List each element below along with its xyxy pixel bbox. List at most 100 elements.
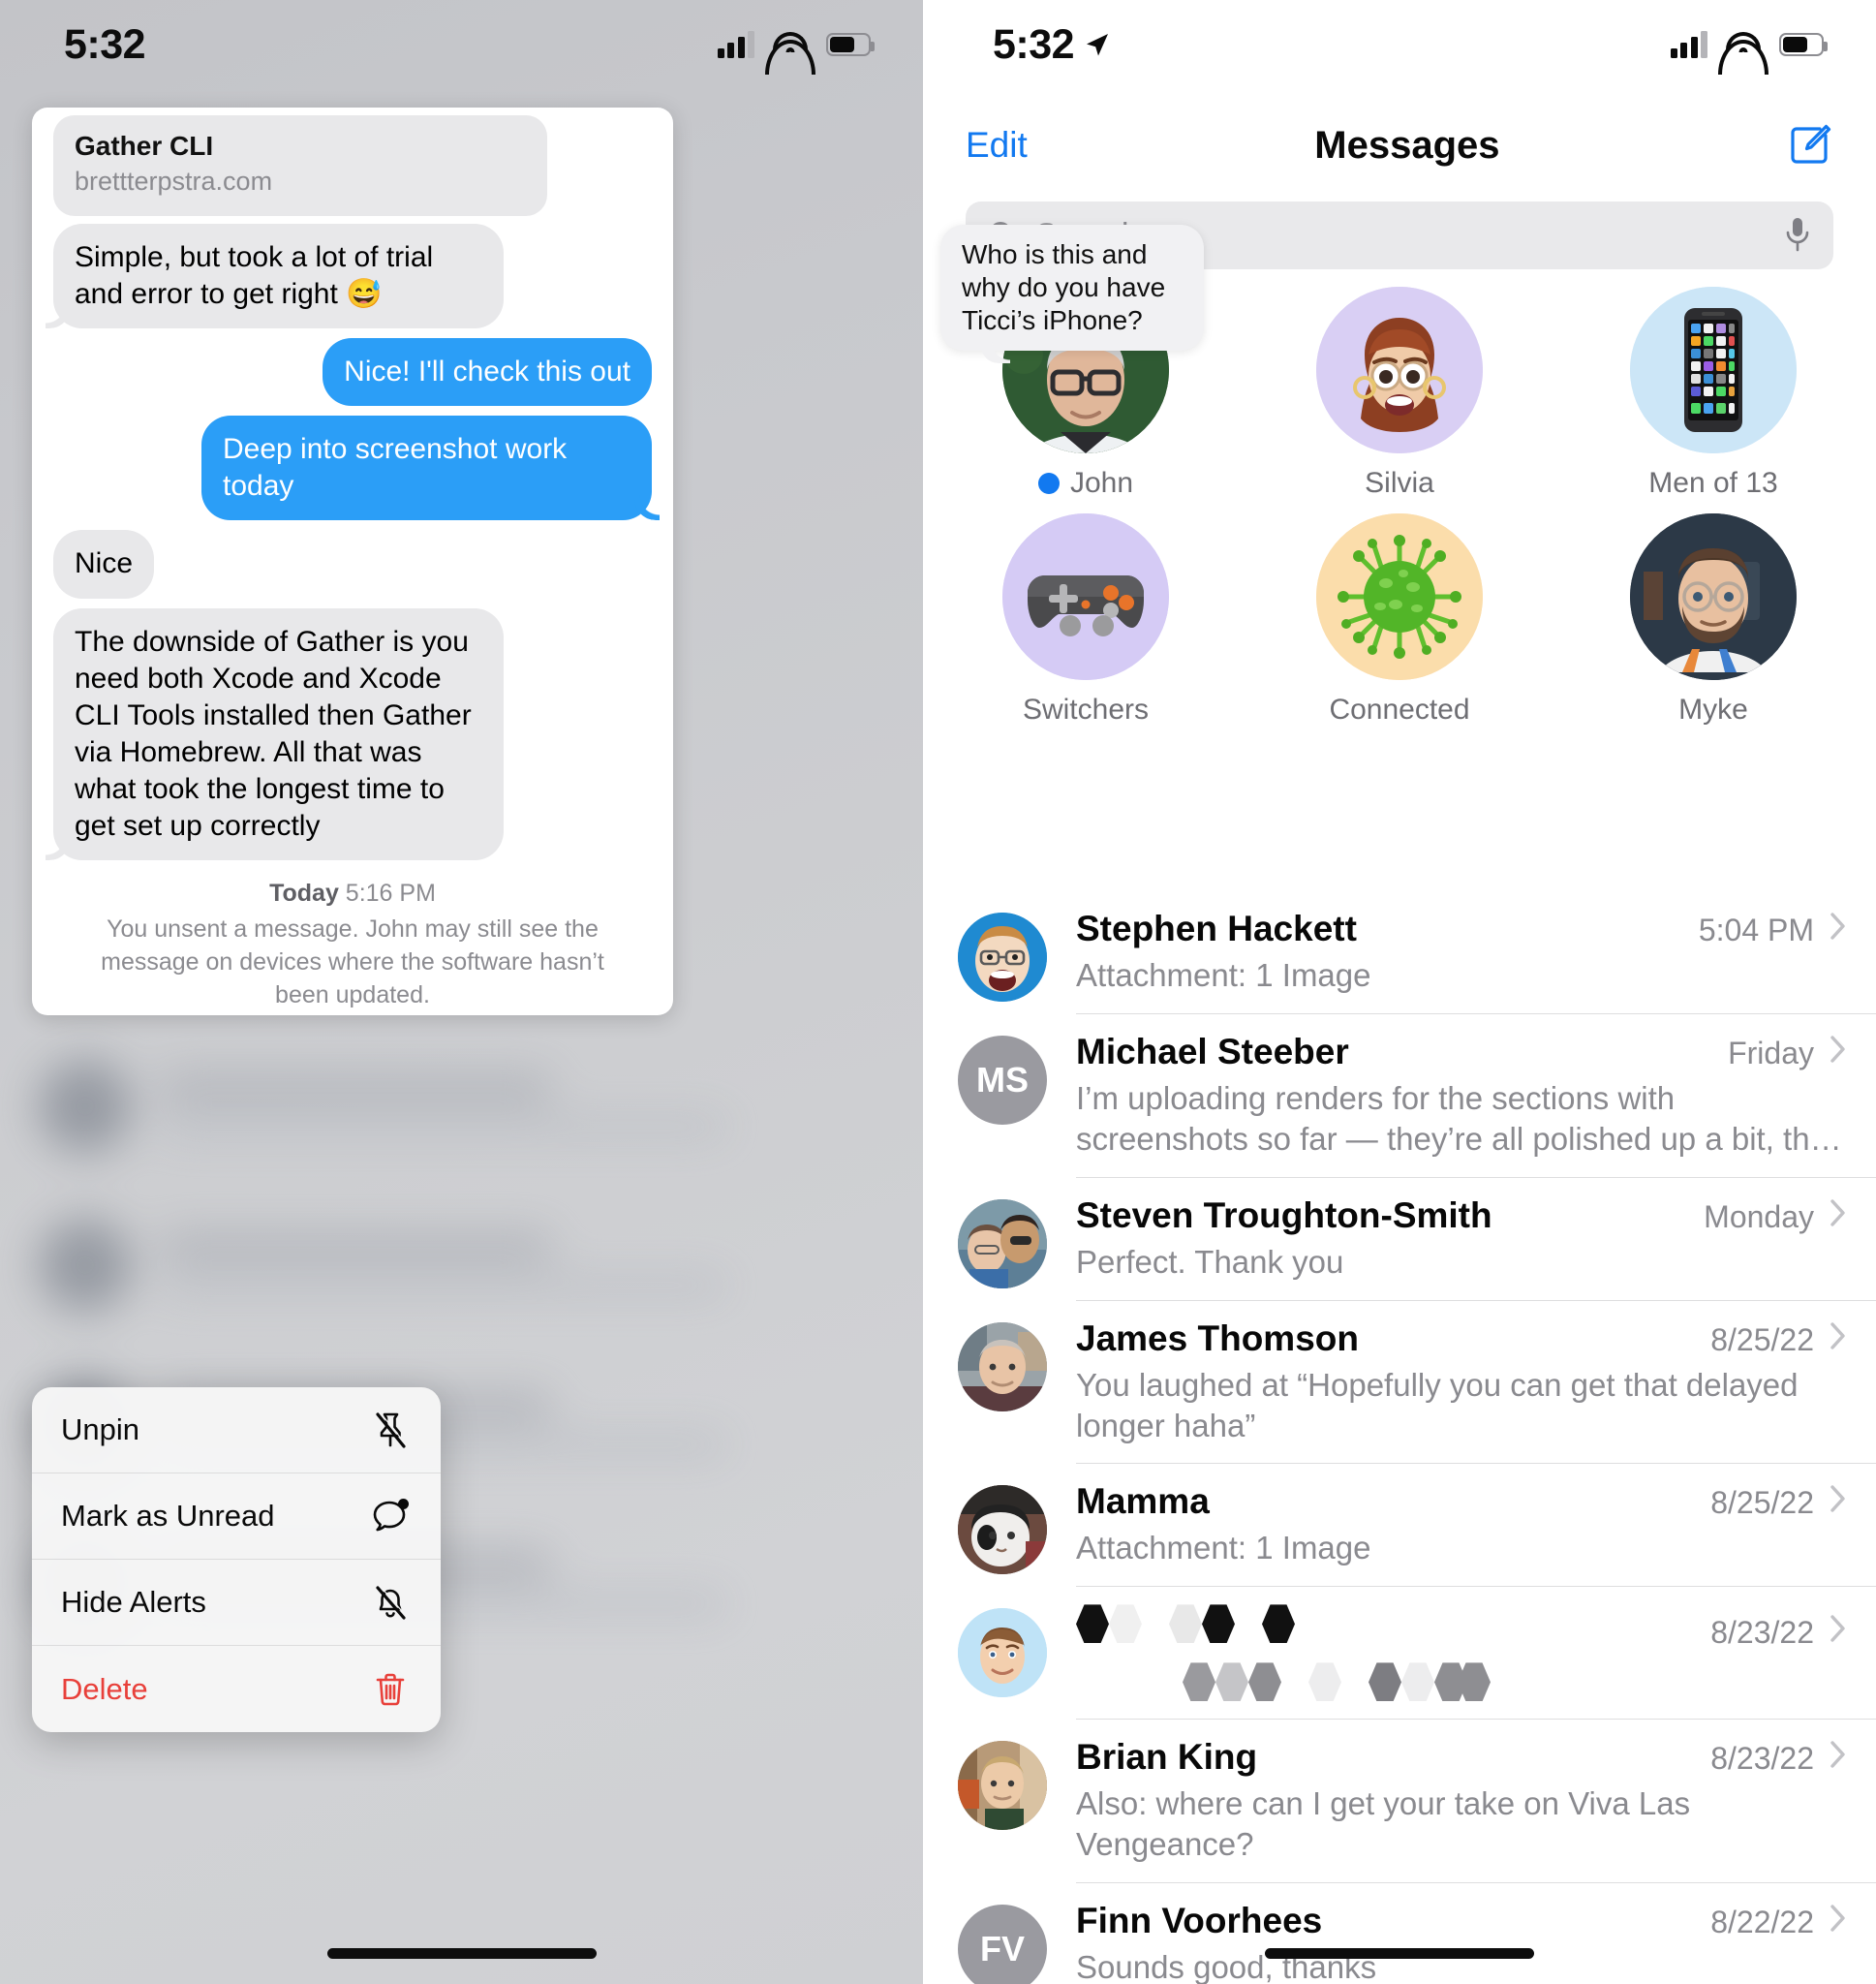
message-row: Nice — [32, 530, 673, 599]
conversation-body: Finn Voorhees 8/22/22 Sounds good, thank… — [1076, 1883, 1876, 1984]
avatar-initials-text: FV — [979, 1929, 1025, 1969]
compose-icon[interactable] — [1787, 122, 1833, 169]
conversation-name: Stephen Hackett — [1076, 909, 1357, 948]
pinned-item-john[interactable]: Who is this and why do you have Ticci’s … — [940, 225, 1204, 500]
avatar-image-steven — [958, 1198, 1047, 1288]
context-menu-item-delete[interactable]: Delete — [32, 1646, 441, 1732]
link-preview-url: brettterpstra.com — [75, 167, 273, 196]
conversation-time: 8/23/22 — [1710, 1741, 1814, 1777]
battery-icon — [826, 33, 875, 56]
pinned-item-silvia[interactable]: Silvia — [1287, 287, 1512, 500]
conversation-body: James Thomson 8/25/22 You laughed at “Ho… — [1076, 1301, 1876, 1465]
memoji-boy — [958, 1608, 1047, 1698]
conversation-name: James Thomson — [1076, 1318, 1359, 1358]
pinned-row-1: Who is this and why do you have Ticci’s … — [940, 225, 1826, 500]
redaction-hexes-preview — [1076, 1662, 1847, 1702]
conversation-header: Brian King 8/23/22 — [1076, 1737, 1847, 1778]
conversation-row-redacted[interactable]: 8/23/22 — [923, 1587, 1876, 1720]
avatar-image-brian — [958, 1741, 1047, 1831]
message-bubble[interactable]: The downside of Gather is you need both … — [53, 607, 504, 861]
conversation-name: Michael Steeber — [1076, 1031, 1349, 1071]
message-bubble[interactable]: Simple, but took a lot of trial and erro… — [53, 224, 504, 329]
avatar-initials: MS — [958, 1035, 1047, 1125]
home-indicator — [1265, 1948, 1534, 1959]
bubble-dot-icon — [373, 1499, 409, 1532]
pinned-label-row: Men of 13 — [1648, 467, 1777, 500]
pinned-item-switchers[interactable]: Switchers — [973, 513, 1198, 727]
avatar — [958, 1608, 1047, 1698]
conversation-preview-card[interactable]: Gather CLI brettterpstra.com Simple, but… — [32, 108, 673, 1015]
edit-button[interactable]: Edit — [966, 125, 1028, 166]
pinned-label: Men of 13 — [1648, 467, 1778, 499]
context-menu-item-mark-as-unread[interactable]: Mark as Unread — [32, 1473, 441, 1560]
timestamp-time: 5:16 PM — [345, 880, 436, 908]
avatar — [1630, 513, 1797, 680]
message-bubble[interactable]: Deep into screenshot work today — [201, 416, 652, 521]
chevron-right-icon — [1830, 1321, 1845, 1349]
status-time: 5:32 — [993, 21, 1111, 69]
conversation-header: Mamma 8/25/22 — [1076, 1481, 1847, 1522]
message-bubble-list: Gather CLI brettterpstra.com Simple, but… — [32, 108, 673, 1015]
pinned-label: Myke — [1678, 694, 1748, 726]
redaction-hexes-name — [1076, 1604, 1697, 1644]
conversation-time: 8/25/22 — [1710, 1321, 1814, 1357]
microphone-icon[interactable] — [1783, 216, 1812, 255]
pinned-label: Switchers — [1022, 694, 1150, 726]
gamepad-icon — [1002, 513, 1169, 680]
chevron-right-icon — [1830, 1199, 1845, 1226]
pinned-conversations: Who is this and why do you have Ticci’s … — [923, 225, 1876, 740]
conversation-row[interactable]: Steven Troughton-Smith Monday Perfect. T… — [923, 1178, 1876, 1301]
virus-icon — [1316, 513, 1483, 680]
conversation-header: Stephen Hackett 5:04 PM — [1076, 909, 1847, 949]
conversation-row[interactable]: Stephen Hackett 5:04 PM Attachment: 1 Im… — [923, 891, 1876, 1014]
status-indicators — [717, 31, 875, 75]
conversation-body: Stephen Hackett 5:04 PM Attachment: 1 Im… — [1076, 891, 1876, 1014]
message-bubble[interactable]: Nice! I'll check this out — [323, 338, 652, 407]
left-status-bar: 5:32 — [0, 0, 923, 89]
conversation-row[interactable]: MS Michael Steeber Friday I’m uploading … — [923, 1014, 1876, 1178]
conversation-name: Mamma — [1076, 1481, 1210, 1522]
chevron-right-icon — [1830, 1905, 1845, 1932]
conversation-header: Steven Troughton-Smith Monday — [1076, 1195, 1847, 1236]
battery-icon — [1779, 33, 1828, 56]
pinned-label: Connected — [1329, 694, 1470, 726]
conversation-preview: Attachment: 1 Image — [1076, 1530, 1371, 1566]
message-bubble[interactable]: Nice — [53, 530, 155, 599]
context-menu-item-hide-alerts[interactable]: Hide Alerts — [32, 1560, 441, 1646]
dual-screenshot-composite: 5:32 Gather CLI brettterpstra.com Simple… — [0, 0, 1876, 1984]
conversation-body: Steven Troughton-Smith Monday Perfect. T… — [1076, 1178, 1876, 1301]
conversation-row[interactable]: Mamma 8/25/22 Attachment: 1 Image — [923, 1464, 1876, 1588]
context-menu-item-unpin[interactable]: Unpin — [32, 1387, 441, 1473]
context-menu-label: Delete — [61, 1671, 148, 1706]
conversation-preview: Perfect. Thank you — [1076, 1243, 1344, 1280]
pinned-item-men-of-13[interactable]: Men of 13 — [1601, 287, 1826, 500]
wifi-icon — [1718, 31, 1768, 75]
message-row: Simple, but took a lot of trial and erro… — [32, 224, 673, 329]
conversation-row[interactable]: Brian King 8/23/22 Also: where can I get… — [923, 1720, 1876, 1884]
conversation-body: Mamma 8/25/22 Attachment: 1 Image — [1076, 1464, 1876, 1588]
context-menu-label: Mark as Unread — [61, 1499, 275, 1533]
conversation-row[interactable]: FV Finn Voorhees 8/22/22 Sounds good, th… — [923, 1883, 1876, 1984]
conversation-body: 8/23/22 — [1076, 1587, 1876, 1720]
conversation-header: Michael Steeber Friday — [1076, 1032, 1847, 1072]
pinned-label: John — [1069, 467, 1134, 499]
message-preview-tooltip: Who is this and why do you have Ticci’s … — [940, 225, 1204, 352]
conversation-time: 8/25/22 — [1710, 1485, 1814, 1521]
conversation-row[interactable]: James Thomson 8/25/22 You laughed at “Ho… — [923, 1301, 1876, 1465]
pinned-item-myke[interactable]: Myke — [1601, 513, 1826, 727]
conversation-context-menu[interactable]: Unpin Mark as Unread Hide Alerts Delete — [32, 1387, 441, 1732]
conversation-body: Brian King 8/23/22 Also: where can I get… — [1076, 1720, 1876, 1884]
pin-slash-icon — [376, 1411, 408, 1448]
chevron-right-icon — [1830, 1485, 1845, 1513]
status-indicators — [1670, 31, 1828, 75]
pinned-label: Silvia — [1365, 467, 1434, 499]
avatar-image-james — [958, 1321, 1047, 1411]
pinned-item-connected[interactable]: Connected — [1287, 513, 1512, 727]
timestamp-day: Today — [269, 880, 339, 908]
pinned-label-row: Silvia — [1365, 467, 1434, 500]
avatar — [1316, 513, 1483, 680]
link-preview-bubble[interactable]: Gather CLI brettterpstra.com — [53, 115, 547, 216]
conversation-preview: Also: where can I get your take on Viva … — [1076, 1785, 1691, 1863]
page-title: Messages — [1314, 123, 1500, 167]
conversation-header: Finn Voorhees 8/22/22 — [1076, 1901, 1847, 1941]
